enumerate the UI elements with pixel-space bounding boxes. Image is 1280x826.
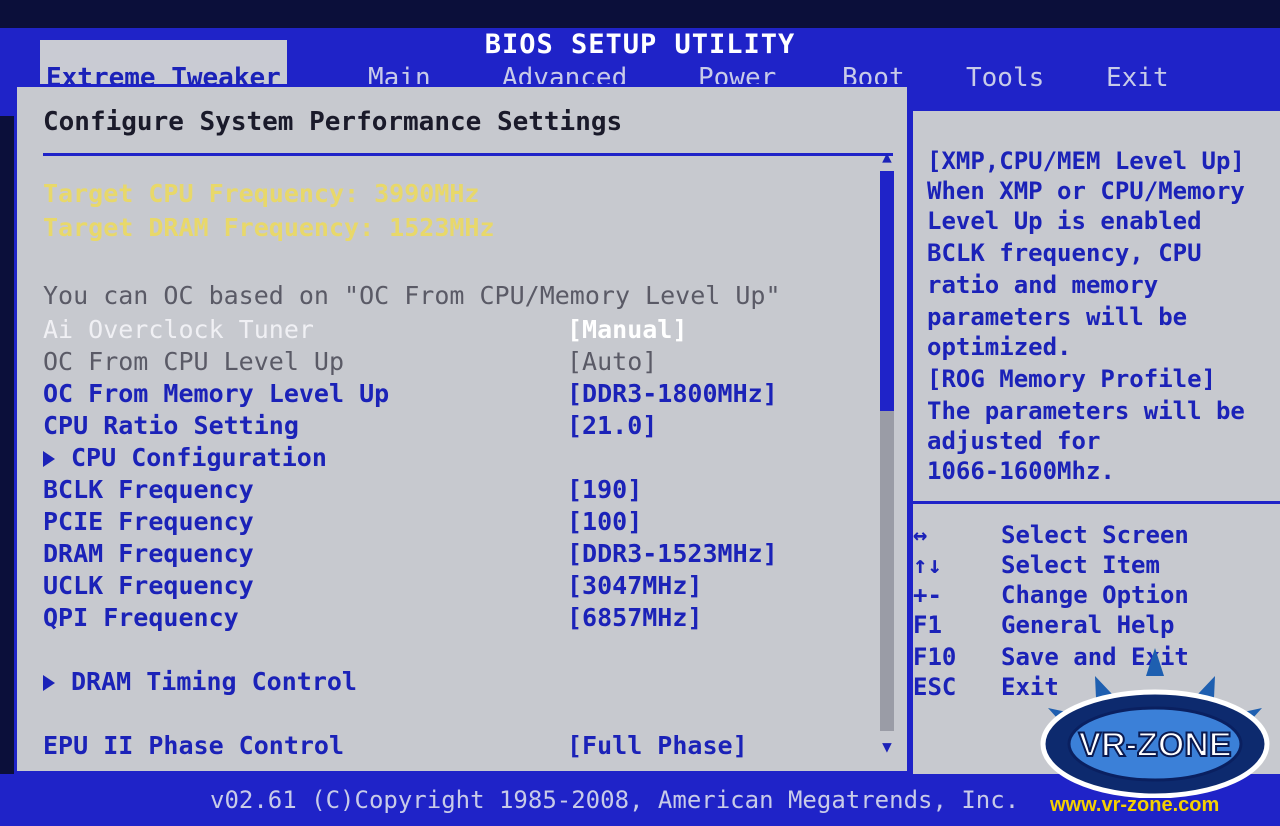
setting-oc-from-cpu-level-up[interactable]: OC From CPU Level Up [Auto] — [43, 347, 863, 379]
key-plus-minus: +- — [913, 581, 942, 609]
help-text: ratio and memory — [927, 271, 1159, 299]
settings-panel: Configure System Performance Settings Ta… — [14, 84, 910, 774]
submenu-dram-timing-control[interactable]: DRAM Timing Control — [43, 667, 863, 699]
section-title: Configure System Performance Settings — [43, 107, 623, 137]
help-text: BCLK frequency, CPU — [927, 239, 1202, 267]
submenu-arrow-icon — [43, 675, 55, 691]
setting-label: Ai Overclock Tuner — [43, 315, 314, 344]
setting-pcie-frequency[interactable]: PCIE Frequency [100] — [43, 507, 863, 539]
help-text: parameters will be — [927, 303, 1188, 331]
help-divider — [913, 501, 1280, 504]
scroll-up-arrow-icon[interactable]: ▲ — [877, 147, 897, 167]
setting-epu-ii-phase-control[interactable]: EPU II Phase Control [Full Phase] — [43, 731, 863, 763]
setting-bclk-frequency[interactable]: BCLK Frequency [190] — [43, 475, 863, 507]
help-text: optimized. — [927, 333, 1072, 361]
help-text: The parameters will be — [927, 397, 1245, 425]
setting-uclk-frequency[interactable]: UCLK Frequency [3047MHz] — [43, 571, 863, 603]
setting-value: [Manual] — [567, 315, 688, 344]
scroll-track[interactable] — [880, 171, 894, 731]
setting-label: CPU Configuration — [71, 443, 327, 472]
setting-value: [Full Phase] — [567, 731, 748, 760]
key-desc: Change Option — [1001, 581, 1189, 609]
logo-text: VR-ZONE — [1079, 726, 1232, 764]
help-text: [ROG Memory Profile] — [927, 365, 1216, 393]
setting-label: DRAM Timing Control — [71, 667, 357, 696]
scrollbar[interactable]: ▲ ▼ — [877, 147, 897, 767]
submenu-cpu-configuration[interactable]: CPU Configuration — [43, 443, 863, 475]
setting-value: [Auto] — [567, 347, 658, 376]
setting-value: [190] — [567, 475, 643, 504]
setting-qpi-frequency[interactable]: QPI Frequency [6857MHz] — [43, 603, 863, 635]
arrow-up-down-icon: ↑↓ — [913, 551, 942, 579]
setting-ai-overclock-tuner[interactable]: Ai Overclock Tuner [Manual] — [43, 315, 863, 347]
oc-note: You can OC based on "OC From CPU/Memory … — [43, 281, 781, 310]
bios-screen: BIOS SETUP UTILITY Extreme Tweaker Main … — [0, 0, 1280, 826]
setting-label: EPU II Phase Control — [43, 731, 345, 760]
setting-value: [21.0] — [567, 411, 658, 440]
key-desc: Select Item — [1001, 551, 1160, 579]
setting-label: CPU Ratio Setting — [43, 411, 299, 440]
target-dram-frequency: Target DRAM Frequency: 1523MHz — [43, 213, 495, 242]
help-text: When XMP or CPU/Memory — [927, 177, 1245, 205]
setting-label: OC From Memory Level Up — [43, 379, 390, 408]
key-arrows-vertical: ↑↓ — [913, 551, 1003, 579]
setting-dram-frequency[interactable]: DRAM Frequency [DDR3-1523MHz] — [43, 539, 863, 571]
key-f10: F10 — [913, 643, 957, 671]
scroll-down-arrow-icon[interactable]: ▼ — [877, 737, 897, 757]
setting-label: QPI Frequency — [43, 603, 239, 632]
key-desc: Select Screen — [1001, 521, 1189, 549]
setting-cpu-ratio[interactable]: CPU Ratio Setting [21.0] — [43, 411, 863, 443]
setting-label: UCLK Frequency — [43, 571, 254, 600]
setting-label: OC From CPU Level Up — [43, 347, 345, 376]
arrow-left-right-icon: ↔ — [913, 521, 928, 549]
key-f1: F1 — [913, 611, 942, 639]
help-text: adjusted for — [927, 427, 1101, 455]
key-desc: General Help — [1001, 611, 1175, 639]
help-text: Level Up is enabled — [927, 207, 1202, 235]
submenu-arrow-icon — [43, 451, 55, 467]
setting-value: [100] — [567, 507, 643, 536]
setting-oc-from-memory-level-up[interactable]: OC From Memory Level Up [DDR3-1800MHz] — [43, 379, 863, 411]
setting-value: [DDR3-1523MHz] — [567, 539, 778, 568]
logo-url: www.vr-zone.com — [1050, 794, 1220, 816]
key-esc: ESC — [913, 673, 957, 701]
help-text: [XMP,CPU/MEM Level Up] — [927, 147, 1245, 175]
key-arrows-horizontal: ↔ — [913, 521, 1003, 549]
target-cpu-frequency: Target CPU Frequency: 3990MHz — [43, 179, 480, 208]
setting-value: [3047MHz] — [567, 571, 703, 600]
setting-label: BCLK Frequency — [43, 475, 254, 504]
scroll-thumb[interactable] — [880, 171, 894, 411]
title-divider — [43, 153, 893, 156]
setting-value: [DDR3-1800MHz] — [567, 379, 778, 408]
vr-zone-logo: VR-ZONE — [1040, 648, 1270, 798]
setting-label: DRAM Frequency — [43, 539, 254, 568]
help-text: 1066-1600Mhz. — [927, 457, 1115, 485]
setting-value: [6857MHz] — [567, 603, 703, 632]
setting-label: PCIE Frequency — [43, 507, 254, 536]
